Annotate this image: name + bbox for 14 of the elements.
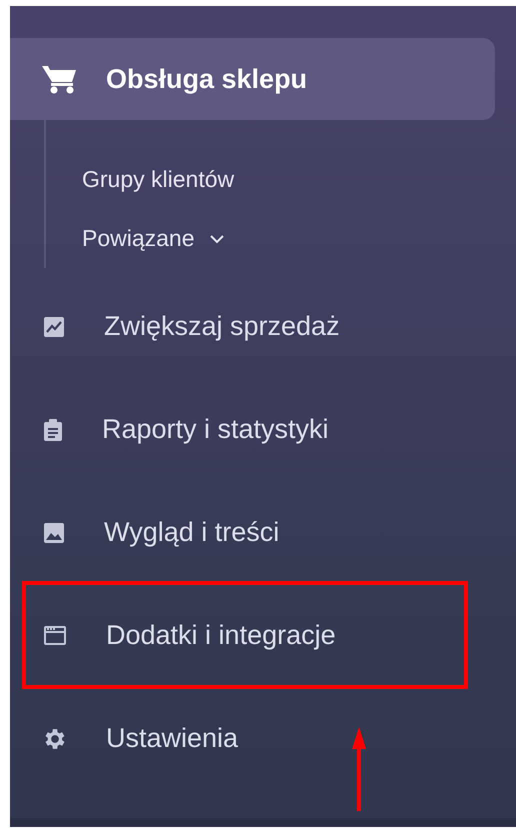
- menu-item[interactable]: Zwiększaj sprzedaż: [104, 311, 340, 342]
- submenu-item[interactable]: Grupy klientów: [82, 166, 234, 193]
- menu-item[interactable]: Wygląd i treści: [104, 517, 280, 548]
- menu-item[interactable]: Raporty i statystyki: [102, 414, 329, 445]
- settings-icon: [44, 728, 66, 750]
- clipboard-icon: [44, 418, 62, 440]
- chart-icon: [44, 316, 64, 336]
- cart-icon: [42, 64, 78, 94]
- window-icon: [44, 626, 66, 645]
- sidebar-section-header[interactable]: Obsługa sklepu: [10, 38, 495, 120]
- image-icon: [44, 522, 64, 542]
- menu-item[interactable]: Ustawienia: [106, 723, 238, 754]
- menu-item[interactable]: Dodatki i integracje: [106, 620, 336, 651]
- submenu-item[interactable]: Powiązane: [82, 225, 195, 252]
